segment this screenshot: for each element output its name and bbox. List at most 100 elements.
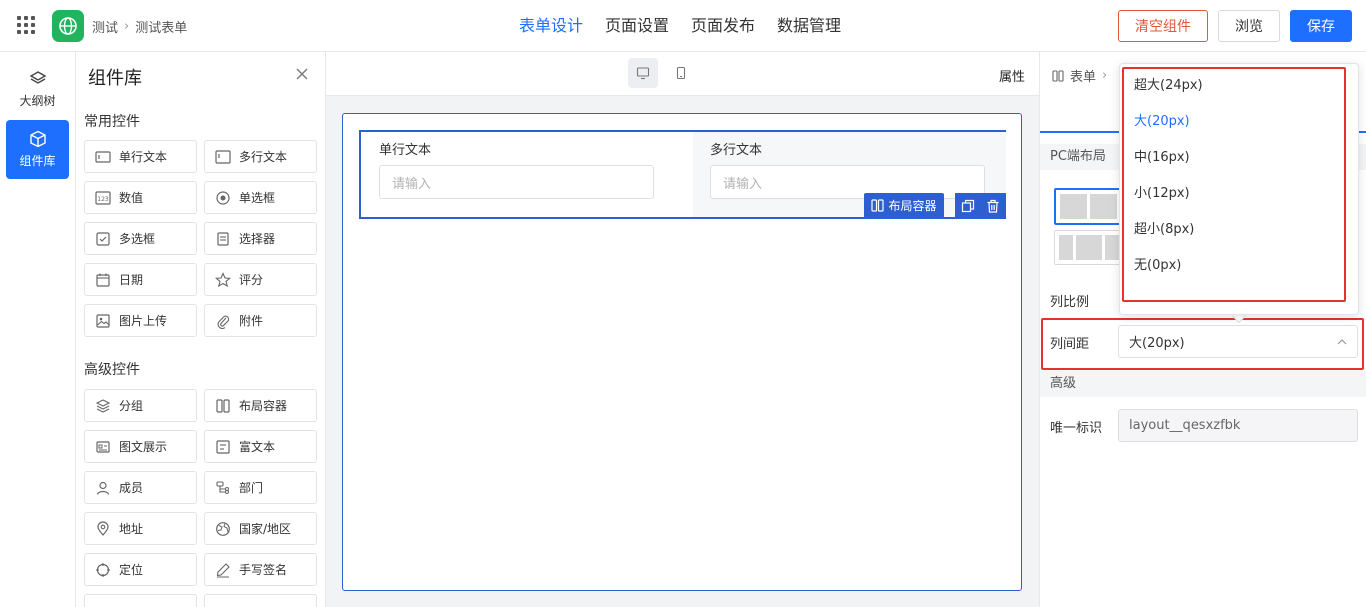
breadcrumb-app[interactable]: 测试 [92, 17, 118, 36]
comp-media-display[interactable]: 图文展示 [84, 430, 197, 463]
select-icon [217, 231, 229, 246]
comp-date[interactable]: 日期 [84, 263, 197, 296]
chevron-right-icon: › [1102, 68, 1108, 83]
breadcrumb-form[interactable]: 测试表单 [135, 17, 187, 36]
single-line-input[interactable]: 请输入 [379, 165, 654, 199]
common-controls-grid: 单行文本 多行文本 123 数值 单选框 多选框 选择器 日期 评分 图片上传 … [84, 140, 317, 337]
monitor-icon [636, 67, 650, 80]
tab-data-management[interactable]: 数据管理 [766, 0, 852, 52]
component-library: 组件库 常用控件 单行文本 多行文本 123 数值 单选框 多选框 选择器 日期… [76, 52, 326, 607]
comp-layout-container[interactable]: 布局容器 [204, 389, 317, 422]
app-grid-icon[interactable] [17, 16, 35, 34]
comp-location[interactable]: 定位 [84, 553, 197, 586]
comp-label: 图片上传 [119, 314, 168, 328]
star-icon [215, 271, 231, 287]
advanced-section: 高级 [1040, 371, 1366, 397]
layout-container-tag[interactable]: 布局容器 [864, 193, 944, 218]
comp-label: 评分 [239, 273, 264, 287]
comp-label: 多行文本 [239, 150, 288, 164]
preview-button[interactable]: 浏览 [1218, 10, 1280, 42]
mobile-view-button[interactable] [666, 58, 696, 88]
chevron-up-icon [1337, 339, 1347, 345]
comp-member[interactable]: 成员 [84, 471, 197, 504]
comp-select[interactable]: 选择器 [204, 222, 317, 255]
rail-item-outline[interactable]: 大纲树 [6, 60, 69, 119]
pen-icon [216, 562, 230, 577]
top-nav: 表单设计 页面设置 页面发布 数据管理 [508, 0, 852, 52]
columns-icon [216, 398, 230, 413]
mobile-icon [676, 66, 686, 80]
option-medium[interactable]: 中(16px) [1134, 146, 1190, 170]
comp-single-line-text[interactable]: 单行文本 [84, 140, 197, 173]
comp-address[interactable]: 地址 [84, 512, 197, 545]
top-actions: 清空组件 浏览 保存 [1118, 10, 1352, 42]
chevron-right-icon: › [124, 19, 130, 34]
crumb-form[interactable]: 表单 [1070, 66, 1096, 85]
comp-label: 定位 [119, 563, 144, 577]
checkbox-icon [96, 231, 110, 246]
comp-label: 地址 [119, 522, 144, 536]
clear-components-button[interactable]: 清空组件 [1118, 10, 1208, 42]
option-large[interactable]: 大(20px) [1134, 110, 1190, 134]
org-icon [216, 480, 229, 494]
target-icon [96, 562, 110, 577]
tab-form-design[interactable]: 表单设计 [508, 0, 594, 52]
tab-page-publish[interactable]: 页面发布 [680, 0, 766, 52]
comp-rating[interactable]: 评分 [204, 263, 317, 296]
comp-rich-text[interactable]: 富文本 [204, 430, 317, 463]
save-button[interactable]: 保存 [1290, 10, 1352, 42]
comp-label: 布局容器 [239, 399, 288, 413]
design-canvas: 属性 单行文本 请输入 多行文本 请输入 布局容器 [326, 52, 1039, 607]
comp-multi-line-text[interactable]: 多行文本 [204, 140, 317, 173]
comp-more-left[interactable] [84, 594, 197, 607]
comp-signature[interactable]: 手写签名 [204, 553, 317, 586]
comp-country-region[interactable]: 国家/地区 [204, 512, 317, 545]
comp-label: 图文展示 [119, 440, 168, 454]
comp-label: 手写签名 [239, 563, 288, 577]
comp-department[interactable]: 部门 [204, 471, 317, 504]
library-title: 组件库 [88, 68, 142, 89]
delete-icon[interactable] [986, 199, 1000, 213]
calendar-icon [96, 273, 110, 287]
radio-icon [216, 190, 230, 205]
layout-icon [1052, 69, 1064, 82]
comp-checkbox[interactable]: 多选框 [84, 222, 197, 255]
properties-toggle[interactable]: 属性 [999, 66, 1025, 85]
unique-id-label: 唯一标识 [1050, 421, 1103, 436]
layout-actions [955, 193, 1006, 218]
rail-item-components[interactable]: 组件库 [6, 120, 69, 179]
textarea-icon [215, 149, 231, 164]
advanced-controls-title: 高级控件 [84, 362, 140, 378]
svg-text:123: 123 [97, 196, 109, 203]
comp-attachment[interactable]: 附件 [204, 304, 317, 337]
comp-number[interactable]: 123 数值 [84, 181, 197, 214]
option-extra-small[interactable]: 超小(8px) [1134, 218, 1194, 242]
app-logo[interactable] [52, 10, 84, 42]
comp-radio[interactable]: 单选框 [204, 181, 317, 214]
field-label: 单行文本 [379, 143, 432, 158]
tab-page-settings[interactable]: 页面设置 [594, 0, 680, 52]
close-icon[interactable] [294, 66, 310, 82]
col-gap-label: 列间距 [1050, 337, 1090, 352]
layout-container-selected[interactable]: 单行文本 请输入 多行文本 请输入 布局容器 [359, 130, 1006, 219]
option-extra-large[interactable]: 超大(24px) [1134, 74, 1203, 98]
layers-icon [95, 398, 111, 413]
globe-icon [216, 521, 230, 536]
comp-label: 选择器 [239, 232, 276, 246]
comp-image-upload[interactable]: 图片上传 [84, 304, 197, 337]
copy-icon[interactable] [961, 199, 975, 213]
input-icon [95, 150, 111, 163]
richtext-icon [216, 439, 230, 454]
layout-tag-label: 布局容器 [888, 199, 937, 213]
comp-group[interactable]: 分组 [84, 389, 197, 422]
comp-label: 日期 [119, 273, 144, 287]
globe-icon [59, 17, 77, 35]
unique-id-field[interactable]: layout__qesxzfbk [1118, 409, 1358, 442]
pc-view-button[interactable] [628, 58, 658, 88]
option-small[interactable]: 小(12px) [1134, 182, 1190, 206]
comp-more-right[interactable] [204, 594, 317, 607]
option-none[interactable]: 无(0px) [1134, 254, 1181, 278]
canvas-toolbar: 属性 [326, 52, 1039, 96]
comp-label: 数值 [119, 191, 144, 205]
col-gap-select[interactable]: 大(20px) [1118, 325, 1358, 358]
